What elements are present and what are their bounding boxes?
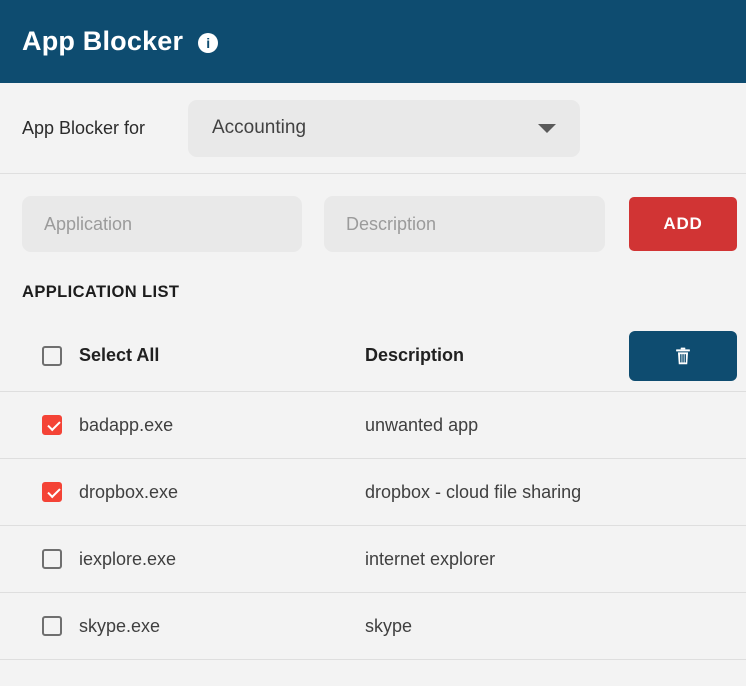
table-row: skype.exe skype: [0, 593, 746, 660]
application-cell: iexplore.exe: [79, 549, 176, 570]
add-application-form: ADD: [0, 196, 746, 252]
chevron-down-icon: [538, 124, 556, 133]
description-input[interactable]: [324, 196, 605, 252]
info-icon[interactable]: i: [198, 33, 218, 53]
application-cell: badapp.exe: [79, 415, 173, 436]
add-button[interactable]: ADD: [629, 197, 737, 251]
description-cell: internet explorer: [365, 549, 495, 569]
table-row: badapp.exe unwanted app: [0, 392, 746, 459]
description-column-header: Description: [365, 345, 464, 365]
select-all-checkbox[interactable]: [42, 346, 62, 366]
page-title: App Blocker: [22, 26, 183, 57]
policy-select-label: App Blocker for: [22, 118, 188, 139]
policy-select-value: Accounting: [212, 117, 306, 139]
row-checkbox[interactable]: [42, 549, 62, 569]
application-cell: skype.exe: [79, 616, 160, 637]
row-checkbox[interactable]: [42, 616, 62, 636]
description-cell: skype: [365, 616, 412, 636]
row-checkbox[interactable]: [42, 415, 62, 435]
select-all-label: Select All: [79, 345, 159, 366]
application-cell: dropbox.exe: [79, 482, 178, 503]
app-header: App Blocker i: [0, 0, 746, 83]
trash-icon: [672, 345, 694, 367]
table-header-row: Select All Description: [0, 320, 746, 392]
policy-filter-section: App Blocker for Accounting: [0, 83, 746, 174]
policy-select[interactable]: Accounting: [188, 100, 580, 157]
application-list-heading: APPLICATION LIST: [22, 283, 746, 302]
description-cell: unwanted app: [365, 415, 478, 435]
row-checkbox[interactable]: [42, 482, 62, 502]
table-row: dropbox.exe dropbox - cloud file sharing: [0, 459, 746, 526]
delete-selected-button[interactable]: [629, 331, 737, 381]
table-row: iexplore.exe internet explorer: [0, 526, 746, 593]
description-cell: dropbox - cloud file sharing: [365, 482, 581, 502]
application-input[interactable]: [22, 196, 302, 252]
